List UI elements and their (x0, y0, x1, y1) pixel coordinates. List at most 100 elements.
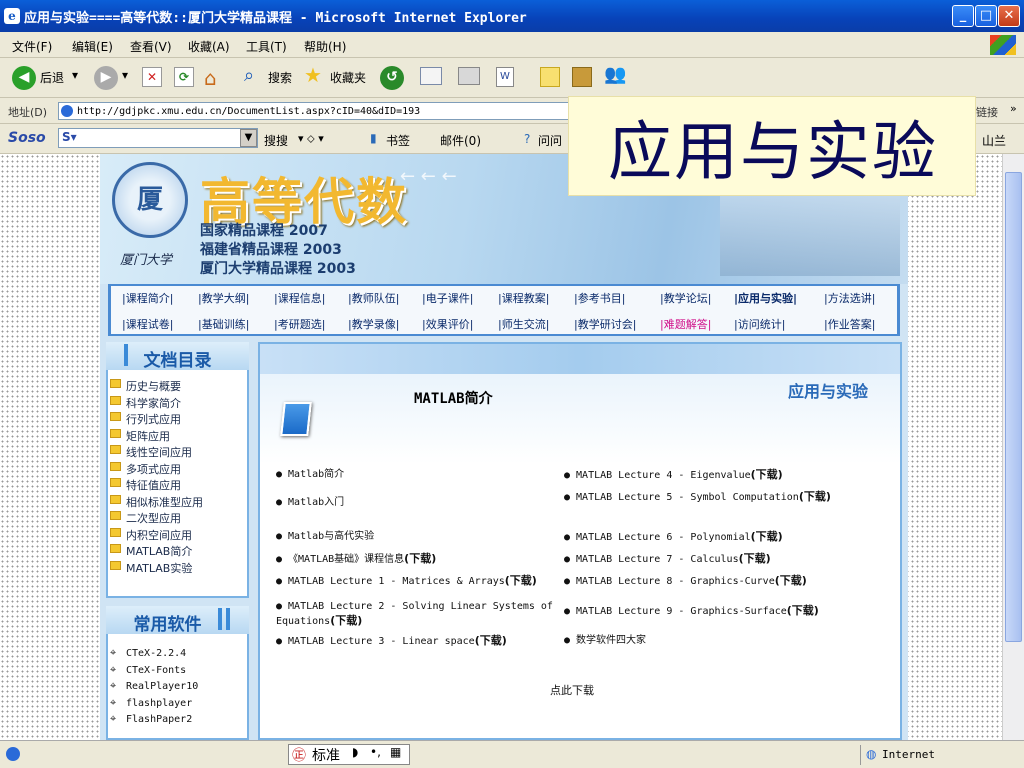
nav-item-2[interactable]: |教学大纲| (198, 290, 249, 306)
resource-link-text[interactable]: ● MATLAB Lecture 4 - Eigenvalue (564, 470, 751, 481)
resource-link[interactable]: ● Matlab入门 (276, 496, 562, 510)
forward-arrow-icon[interactable]: ▶ (94, 66, 118, 90)
doc-catalog-item[interactable]: 行列式应用 (110, 411, 181, 427)
download-link[interactable]: (下载) (799, 490, 831, 503)
minimize-button[interactable]: _ (952, 5, 974, 27)
refresh-icon[interactable]: ⟳ (174, 67, 194, 87)
doc-catalog-item[interactable]: 内积空间应用 (110, 527, 192, 543)
menu-view[interactable]: 查看(V) (130, 38, 172, 55)
bookmark-button[interactable]: 书签 (386, 132, 410, 149)
menu-favorites[interactable]: 收藏(A) (188, 38, 230, 55)
download-link[interactable]: (下载) (404, 552, 436, 565)
close-button[interactable]: ✕ (998, 5, 1020, 27)
soso-options-icon[interactable]: ▾ ⬦ ▾ (298, 132, 324, 146)
discuss-icon[interactable] (540, 67, 560, 87)
maximize-button[interactable]: □ (975, 5, 997, 27)
nav-item-5[interactable]: |电子课件| (422, 290, 473, 306)
soso-right-item[interactable]: 山兰 (982, 132, 1006, 149)
history-icon[interactable]: ↺ (380, 66, 404, 90)
forward-dropdown-icon[interactable]: ▾ (122, 68, 128, 82)
nav-item-16[interactable]: |师生交流| (498, 316, 549, 332)
edit-icon[interactable]: W (496, 67, 514, 87)
nav-item-9[interactable]: |应用与实验| (734, 290, 797, 306)
software-item[interactable]: ⌖ flashplayer (110, 696, 192, 709)
doc-catalog-item[interactable]: 二次型应用 (110, 510, 181, 526)
messenger-icon[interactable]: 👥 (604, 64, 626, 85)
nav-item-14[interactable]: |教学录像| (348, 316, 399, 332)
resource-link[interactable]: ● Matlab与高代实验 (276, 530, 562, 544)
resource-link-text[interactable]: ● MATLAB Lecture 9 - Graphics-Surface (564, 606, 787, 617)
links-chevron-icon[interactable]: » (1010, 102, 1017, 115)
nav-item-6[interactable]: |课程教案| (498, 290, 549, 306)
software-item[interactable]: ⌖ CTeX-Fonts (110, 663, 186, 676)
mail-button[interactable]: 邮件(0) (440, 132, 481, 149)
nav-item-7[interactable]: |参考书目| (574, 290, 625, 306)
nav-item-15[interactable]: |效果评价| (422, 316, 473, 332)
nav-item-19[interactable]: |访问统计| (734, 316, 785, 332)
ime-punct-icon[interactable]: •, (370, 745, 381, 759)
menu-file[interactable]: 文件(F) (12, 38, 52, 55)
nav-item-12[interactable]: |基础训练| (198, 316, 249, 332)
search-icon[interactable]: ⌕ (244, 65, 254, 86)
resource-link-text[interactable]: ● MATLAB Lecture 6 - Polynomial (564, 532, 751, 543)
download-all-link[interactable]: 点此下载 (550, 682, 594, 698)
download-link[interactable]: (下载) (751, 468, 783, 481)
nav-item-4[interactable]: |教师队伍| (348, 290, 399, 306)
favorites-button[interactable]: 收藏夹 (330, 69, 366, 86)
resource-link[interactable]: ● MATLAB Lecture 3 - Linear space(下载) (276, 634, 562, 649)
doc-catalog-item[interactable]: MATLAB简介 (110, 543, 192, 559)
home-icon[interactable]: ⌂ (204, 66, 217, 90)
resource-link[interactable]: ● Matlab简介 (276, 468, 562, 482)
favorites-star-icon[interactable]: ★ (304, 63, 322, 87)
ime-moon-icon[interactable]: ◗ (352, 745, 358, 759)
resource-link[interactable]: ● 《MATLAB基础》课程信息(下载) (276, 552, 562, 567)
resource-link-text[interactable]: ● Matlab与高代实验 (276, 531, 374, 542)
ime-keyboard-icon[interactable]: ▦ (390, 745, 401, 759)
ask-button[interactable]: 问问 (538, 132, 562, 149)
print-icon[interactable] (458, 67, 480, 85)
nav-item-17[interactable]: |教学研讨会| (574, 316, 636, 332)
address-input[interactable]: http://gdjpkc.xmu.edu.cn/DocumentList.as… (58, 102, 578, 120)
back-arrow-icon[interactable]: ◀ (12, 66, 36, 90)
resource-link-text[interactable]: ● 《MATLAB基础》课程信息 (276, 554, 404, 565)
resource-link-text[interactable]: ● Matlab入门 (276, 497, 344, 508)
soso-search-button[interactable]: 搜搜 (264, 132, 288, 149)
soso-search-input[interactable] (58, 128, 258, 148)
resource-link[interactable]: ● MATLAB Lecture 4 - Eigenvalue(下载) (564, 468, 844, 483)
scrollbar-thumb[interactable] (1005, 172, 1022, 642)
nav-item-20[interactable]: |作业答案| (824, 316, 875, 332)
resource-link-text[interactable]: ● MATLAB Lecture 8 - Graphics-Curve (564, 576, 775, 587)
search-button[interactable]: 搜索 (268, 69, 292, 86)
download-link[interactable]: (下载) (775, 574, 807, 587)
links-label[interactable]: 链接 (976, 104, 998, 120)
back-dropdown-icon[interactable]: ▾ (72, 68, 78, 82)
resource-link[interactable]: ● MATLAB Lecture 5 - Symbol Computation(… (564, 490, 844, 505)
ime-mode[interactable]: 标准 (312, 745, 340, 765)
resource-link-text[interactable]: ● 数学软件四大家 (564, 635, 646, 646)
resource-link-text[interactable]: ● MATLAB Lecture 5 - Symbol Computation (564, 492, 799, 503)
software-item[interactable]: ⌖ CTeX-2.2.4 (110, 646, 186, 659)
doc-catalog-item[interactable]: 多项式应用 (110, 461, 181, 477)
nav-item-8[interactable]: |教学论坛| (660, 290, 711, 306)
doc-catalog-item[interactable]: 科学家简介 (110, 395, 181, 411)
stop-icon[interactable]: ✕ (142, 67, 162, 87)
download-link[interactable]: (下载) (751, 530, 783, 543)
doc-catalog-item[interactable]: 矩阵应用 (110, 428, 170, 444)
resource-link-text[interactable]: ● MATLAB Lecture 2 - Solving Linear Syst… (276, 601, 553, 627)
nav-item-18[interactable]: |难题解答| (660, 316, 711, 332)
resource-link[interactable]: ● MATLAB Lecture 6 - Polynomial(下载) (564, 530, 844, 545)
doc-catalog-item[interactable]: 历史与概要 (110, 378, 181, 394)
resource-link[interactable]: ● MATLAB Lecture 9 - Graphics-Surface(下载… (564, 604, 844, 619)
resource-link[interactable]: ● MATLAB Lecture 2 - Solving Linear Syst… (276, 600, 562, 629)
resource-link[interactable]: ● 数学软件四大家 (564, 634, 844, 648)
nav-item-13[interactable]: |考研题选| (274, 316, 325, 332)
back-button[interactable]: 后退 (40, 69, 64, 86)
doc-catalog-item[interactable]: MATLAB实验 (110, 560, 192, 576)
resource-link[interactable]: ● MATLAB Lecture 8 - Graphics-Curve(下载) (564, 574, 844, 589)
nav-item-10[interactable]: |方法选讲| (824, 290, 875, 306)
resource-link[interactable]: ● MATLAB Lecture 1 - Matrices & Arrays(下… (276, 574, 562, 589)
download-link[interactable]: (下载) (505, 574, 537, 587)
resource-link-text[interactable]: ● MATLAB Lecture 1 - Matrices & Arrays (276, 576, 505, 587)
doc-catalog-item[interactable]: 相似标准型应用 (110, 494, 203, 510)
research-icon[interactable] (572, 67, 592, 87)
